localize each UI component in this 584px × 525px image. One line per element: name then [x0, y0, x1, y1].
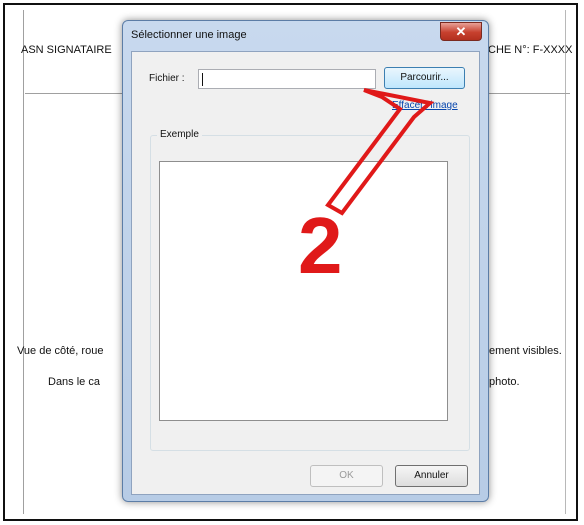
document-line2-left: Dans le ca — [48, 376, 100, 388]
dialog-title: Sélectionner une image — [131, 29, 247, 41]
document-right-border — [565, 10, 566, 514]
file-label: Fichier : — [149, 73, 185, 84]
example-group-label: Exemple — [157, 129, 202, 140]
ok-button[interactable]: OK — [310, 465, 383, 487]
cancel-button[interactable]: Annuler — [395, 465, 468, 487]
document-line2-right: photo. — [489, 376, 520, 388]
document-line1-right: ement visibles. — [489, 345, 562, 357]
annotation-step-number: 2 — [298, 201, 343, 290]
document-header-right: CHE N°: F-XXXX — [488, 44, 573, 56]
close-icon: ✕ — [455, 24, 467, 39]
text-caret — [202, 73, 203, 86]
document-line1-left: Vue de côté, roue — [17, 345, 104, 357]
document-header-left: ASN SIGNATAIRE — [21, 44, 112, 56]
close-button[interactable]: ✕ — [440, 22, 482, 41]
document-left-border — [23, 10, 24, 514]
